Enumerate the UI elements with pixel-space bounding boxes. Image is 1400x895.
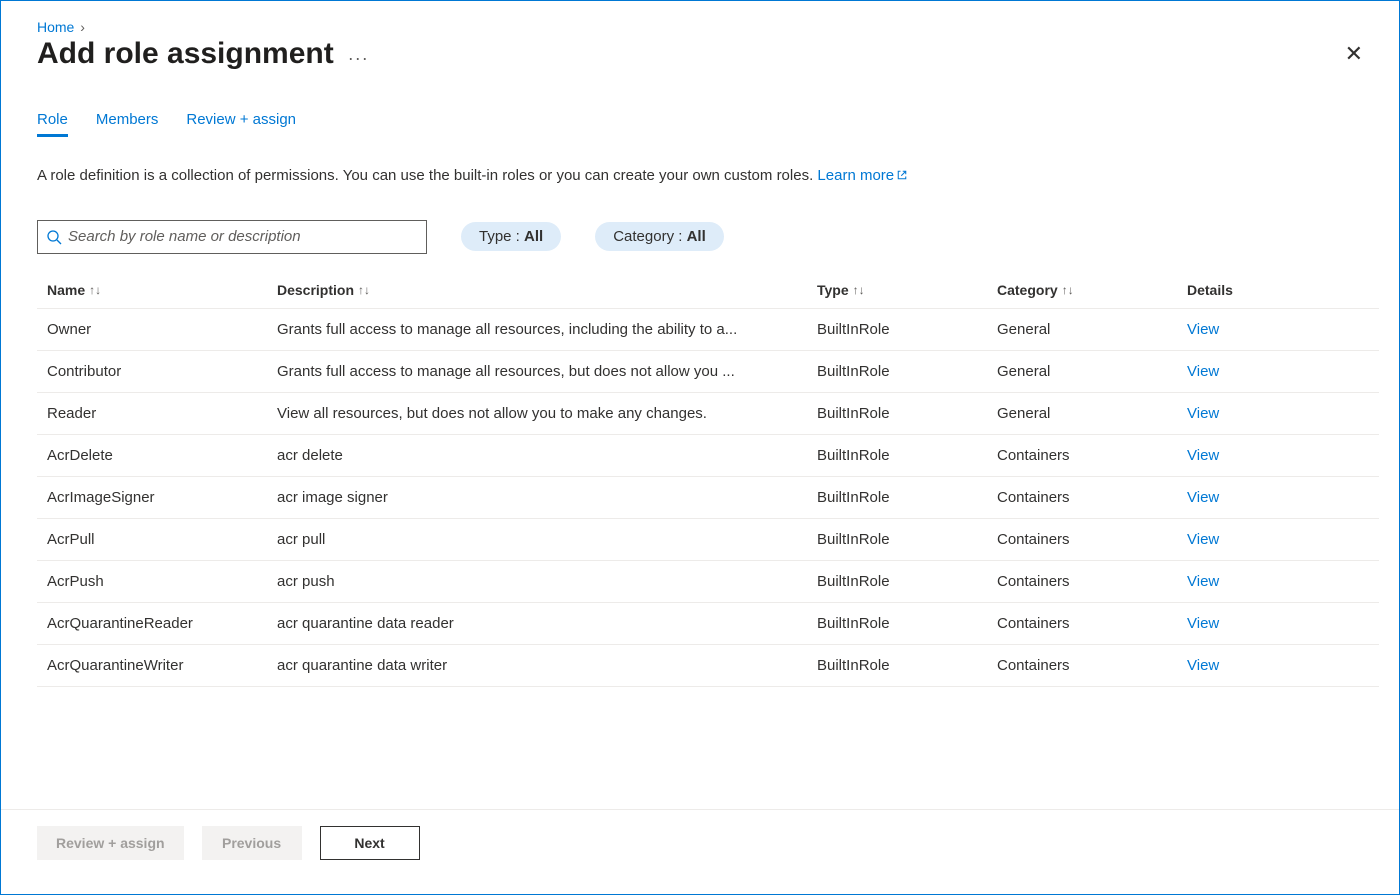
intro-body: A role definition is a collection of per…: [37, 167, 817, 184]
table-row[interactable]: AcrQuarantineWriteracr quarantine data w…: [37, 645, 1379, 687]
content-scroll[interactable]: Role Members Review + assign A role defi…: [1, 71, 1399, 809]
category-filter-value: All: [687, 228, 706, 245]
type-filter-value: All: [524, 228, 543, 245]
view-link[interactable]: View: [1187, 405, 1219, 422]
sort-icon: ↑↓: [853, 283, 865, 297]
cell-category: Containers: [997, 657, 1187, 674]
chevron-right-icon: ›: [80, 19, 85, 35]
sort-icon: ↑↓: [358, 283, 370, 297]
cell-name: AcrQuarantineWriter: [47, 657, 277, 674]
cell-type: BuiltInRole: [817, 489, 997, 506]
col-name[interactable]: Name ↑↓: [47, 282, 277, 298]
view-link[interactable]: View: [1187, 615, 1219, 632]
sort-icon: ↑↓: [1062, 283, 1074, 297]
cell-type: BuiltInRole: [817, 531, 997, 548]
category-filter-pill[interactable]: Category : All: [595, 222, 724, 251]
cell-category: Containers: [997, 447, 1187, 464]
col-description[interactable]: Description ↑↓: [277, 282, 817, 298]
filter-row: Type : All Category : All: [37, 220, 1379, 254]
view-link[interactable]: View: [1187, 363, 1219, 380]
cell-description: acr image signer: [277, 489, 817, 506]
cell-description: acr push: [277, 573, 817, 590]
breadcrumb: Home ›: [37, 19, 1371, 35]
cell-type: BuiltInRole: [817, 657, 997, 674]
type-filter-label: Type :: [479, 228, 524, 245]
col-category[interactable]: Category ↑↓: [997, 282, 1187, 298]
category-filter-label: Category :: [613, 228, 686, 245]
review-assign-button: Review + assign: [37, 826, 184, 860]
table-body: OwnerGrants full access to manage all re…: [37, 309, 1379, 687]
close-icon[interactable]: ✕: [1337, 39, 1371, 69]
search-input-wrapper[interactable]: [37, 220, 427, 254]
intro-text: A role definition is a collection of per…: [37, 165, 957, 188]
more-actions-icon[interactable]: ···: [348, 40, 369, 69]
cell-category: Containers: [997, 615, 1187, 632]
table-row[interactable]: AcrPushacr pushBuiltInRoleContainersView: [37, 561, 1379, 603]
roles-table: Name ↑↓ Description ↑↓ Type ↑↓ Category …: [37, 272, 1379, 687]
sort-icon: ↑↓: [89, 283, 101, 297]
cell-type: BuiltInRole: [817, 573, 997, 590]
search-input[interactable]: [68, 228, 418, 245]
footer-bar: Review + assign Previous Next: [1, 809, 1399, 876]
learn-more-link[interactable]: Learn more: [817, 167, 908, 184]
page-title: Add role assignment: [37, 37, 334, 71]
view-link[interactable]: View: [1187, 573, 1219, 590]
tab-role[interactable]: Role: [37, 111, 68, 137]
cell-name: Reader: [47, 405, 277, 422]
cell-category: Containers: [997, 573, 1187, 590]
col-details: Details: [1187, 282, 1375, 298]
cell-type: BuiltInRole: [817, 321, 997, 338]
cell-description: Grants full access to manage all resourc…: [277, 321, 817, 338]
view-link[interactable]: View: [1187, 657, 1219, 674]
table-row[interactable]: AcrDeleteacr deleteBuiltInRoleContainers…: [37, 435, 1379, 477]
cell-category: Containers: [997, 531, 1187, 548]
search-icon: [46, 229, 62, 245]
view-link[interactable]: View: [1187, 447, 1219, 464]
tabs: Role Members Review + assign: [37, 111, 1379, 137]
cell-description: View all resources, but does not allow y…: [277, 405, 817, 422]
next-button[interactable]: Next: [320, 826, 420, 860]
view-link[interactable]: View: [1187, 321, 1219, 338]
view-link[interactable]: View: [1187, 489, 1219, 506]
col-type[interactable]: Type ↑↓: [817, 282, 997, 298]
cell-description: Grants full access to manage all resourc…: [277, 363, 817, 380]
cell-type: BuiltInRole: [817, 447, 997, 464]
add-role-assignment-window: Home › Add role assignment ··· ✕ Role Me…: [0, 0, 1400, 895]
title-row: Add role assignment ··· ✕: [37, 37, 1371, 71]
cell-name: AcrPull: [47, 531, 277, 548]
cell-category: Containers: [997, 489, 1187, 506]
cell-description: acr pull: [277, 531, 817, 548]
cell-name: AcrImageSigner: [47, 489, 277, 506]
cell-type: BuiltInRole: [817, 615, 997, 632]
cell-name: AcrQuarantineReader: [47, 615, 277, 632]
tab-review-assign[interactable]: Review + assign: [186, 111, 296, 137]
cell-category: General: [997, 363, 1187, 380]
cell-name: AcrDelete: [47, 447, 277, 464]
table-row[interactable]: ReaderView all resources, but does not a…: [37, 393, 1379, 435]
type-filter-pill[interactable]: Type : All: [461, 222, 561, 251]
horizontal-scrollbar[interactable]: [1, 876, 1399, 894]
cell-name: Owner: [47, 321, 277, 338]
table-row[interactable]: AcrPullacr pullBuiltInRoleContainersView: [37, 519, 1379, 561]
external-link-icon: [896, 169, 908, 181]
cell-type: BuiltInRole: [817, 405, 997, 422]
previous-button: Previous: [202, 826, 302, 860]
header: Home › Add role assignment ··· ✕: [1, 1, 1399, 71]
table-row[interactable]: ContributorGrants full access to manage …: [37, 351, 1379, 393]
table-row[interactable]: OwnerGrants full access to manage all re…: [37, 309, 1379, 351]
tab-members[interactable]: Members: [96, 111, 159, 137]
cell-category: General: [997, 405, 1187, 422]
table-row[interactable]: AcrImageSigneracr image signerBuiltInRol…: [37, 477, 1379, 519]
cell-description: acr quarantine data reader: [277, 615, 817, 632]
cell-type: BuiltInRole: [817, 363, 997, 380]
table-row[interactable]: AcrQuarantineReaderacr quarantine data r…: [37, 603, 1379, 645]
cell-description: acr delete: [277, 447, 817, 464]
cell-category: General: [997, 321, 1187, 338]
view-link[interactable]: View: [1187, 531, 1219, 548]
cell-name: Contributor: [47, 363, 277, 380]
cell-name: AcrPush: [47, 573, 277, 590]
breadcrumb-home[interactable]: Home: [37, 19, 74, 35]
table-header: Name ↑↓ Description ↑↓ Type ↑↓ Category …: [37, 272, 1379, 309]
cell-description: acr quarantine data writer: [277, 657, 817, 674]
